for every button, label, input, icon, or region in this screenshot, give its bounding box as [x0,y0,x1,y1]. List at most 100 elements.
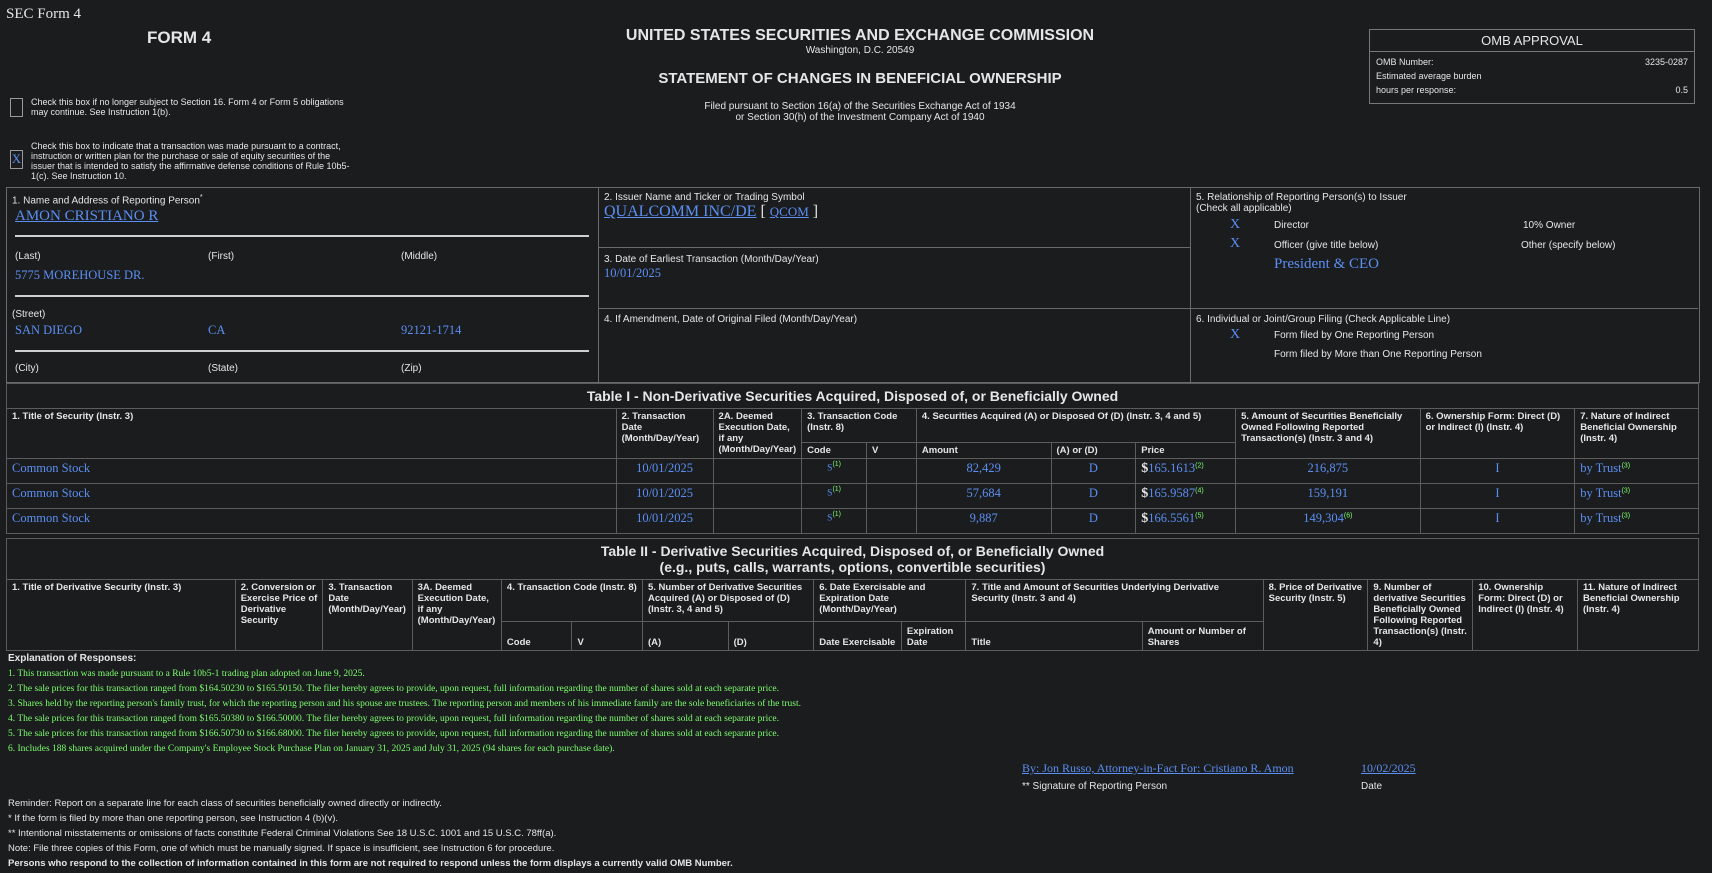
table1-h7: 7. Nature of Indirect Beneficial Ownersh… [1574,408,1699,459]
table2-h8: 8. Price of Derivative Security (Instr. … [1262,579,1369,651]
price: $165.1613(2) [1135,458,1237,484]
acquired-disposed: D [1050,508,1137,534]
table1-sub-ad: (A) or (D) [1050,442,1137,459]
amount: 9,887 [915,508,1052,534]
box1-label-row: 1. Name and Address of Reporting Person* [12,194,203,206]
ten-percent-owner-label: 10% Owner [1523,220,1576,231]
middle-label: (Middle) [401,251,438,262]
other-label: Other (specify below) [1521,240,1616,251]
table1-sub-price: Price [1135,442,1237,459]
table2-title-1: Table II - Derivative Securities Acquire… [600,543,1105,559]
date-label: Date [1361,781,1383,792]
zip-value: 92121-1714 [401,323,462,337]
omb-hours-row: hours per response: 0.5 [1376,83,1688,97]
footer-notes: Reminder: Report on a separate line for … [8,796,733,871]
amount-owned: 159,191 [1235,483,1421,509]
state-value: CA [208,323,226,337]
table2-h2: 2. Conversion or Exercise Price of Deriv… [234,579,324,651]
filed-line-1: Filed pursuant to Section 16(a) of the S… [704,101,1016,112]
box5-label: 5. Relationship of Reporting Person(s) t… [1196,192,1407,214]
table2-h10: 10. Ownership Form: Direct (D) or Indire… [1472,579,1578,651]
sec-form-label: SEC Form 4 [6,6,82,22]
omb-burden-label: Estimated average burden [1376,71,1482,81]
explanation-item: 1. This transaction was made pursuant to… [8,669,365,679]
box5-label-1: 5. Relationship of Reporting Person(s) t… [1196,192,1407,203]
signature-link[interactable]: By: Jon Russo, Attorney-in-Fact For: Cri… [1022,761,1294,776]
price: $165.9587(4) [1135,483,1237,509]
nature-value: by Trust [1580,511,1622,525]
amount-owned: 149,304(6) [1235,508,1421,534]
section16-checkbox[interactable] [10,98,23,117]
table2-sub-v: V [571,621,643,651]
omb-number-row: OMB Number: 3235-0287 [1376,55,1688,69]
omb-number-label: OMB Number: [1376,57,1434,67]
table2-sub-date-exercisable: Date Exercisable [813,621,902,651]
omb-hours-label: hours per response: [1376,85,1457,95]
nature-value: by Trust [1580,461,1622,475]
price-footnote: (2) [1195,462,1204,470]
box3-label: 3. Date of Earliest Transaction (Month/D… [604,254,819,265]
transaction-date: 10/01/2025 [615,458,714,484]
explanation-section: Explanation of Responses: 1. This transa… [8,653,801,757]
issuer-name-link[interactable]: QUALCOMM INC/DE [604,203,756,220]
table2-sub-code: Code [500,621,573,651]
explanation-item: 6. Includes 188 shares acquired under th… [8,744,615,754]
table1-sub-code: Code [801,442,868,459]
transaction-code: S(1) [801,508,868,534]
form-number: FORM 4 [147,28,212,47]
director-check-mark: X [1230,217,1241,232]
table2-h11: 11. Nature of Indirect Beneficial Owners… [1576,579,1700,651]
amount: 57,684 [915,483,1052,509]
table-2: Table II - Derivative Securities Acquire… [6,538,1700,651]
rule10b5-check-mark: X [11,151,22,166]
last-label: (Last) [15,251,41,262]
statement-title: STATEMENT OF CHANGES IN BENEFICIAL OWNER… [658,70,1062,87]
nature-of-ownership: by Trust(3) [1574,508,1699,534]
table1-h2a: 2A. Deemed Execution Date, if any (Month… [712,408,803,459]
reporting-person-name[interactable]: AMON CRISTIANO R [15,208,158,225]
table2-h1: 1. Title of Derivative Security (Instr. … [6,579,236,651]
signature-date[interactable]: 10/02/2025 [1361,761,1416,776]
footer-line-1: Reminder: Report on a separate line for … [8,798,442,809]
amount: 82,429 [915,458,1052,484]
ownership-form: I [1419,483,1576,509]
explanation-item: 2. The sale prices for this transaction … [8,684,780,694]
transaction-date: 10/01/2025 [615,508,714,534]
table-1: Table I - Non-Derivative Securities Acqu… [6,383,1699,534]
table2-h9: 9. Number of derivative Securities Benef… [1367,579,1474,651]
first-label: (First) [208,251,235,262]
box2-label: 2. Issuer Name and Ticker or Trading Sym… [604,192,805,203]
table2-h5: 5. Number of Derivative Securities Acqui… [641,578,815,623]
section16-text: Check this box if no longer subject to S… [31,97,344,117]
rule10b5-check-row: X Check this box to indicate that a tran… [10,141,355,181]
box4-label: 4. If Amendment, Date of Original Filed … [604,314,858,325]
officer-title: President & CEO [1274,256,1379,272]
table2-sub-amount: Amount or Number of Shares [1141,621,1264,651]
ticker-link[interactable]: QCOM [770,204,809,219]
table1-h2: 2. Transaction Date (Month/Day/Year) [615,408,714,459]
rule10b5-checkbox[interactable]: X [10,150,23,169]
issuer-row: QUALCOMM INC/DE [ QCOM ] [604,203,818,221]
table2-sub-d: (D) [727,621,815,651]
price: $166.5561(5) [1135,508,1237,534]
state-label: (State) [208,363,239,374]
nature-footnote: (3) [1621,487,1631,495]
nature-footnote: (3) [1621,462,1631,470]
city-label: (City) [15,363,39,374]
nature-value: by Trust [1580,486,1622,500]
box1-label: 1. Name and Address of Reporting Person [12,195,200,207]
table1-sub-amount: Amount [915,442,1052,459]
city-value: SAN DIEGO [15,323,83,337]
director-label: Director [1274,220,1310,231]
table1-h5: 5. Amount of Securities Beneficially Own… [1235,408,1421,459]
deemed-date [712,508,803,534]
price-value: 166.5561 [1148,511,1196,525]
street-value: 5775 MOREHOUSE DR. [15,268,145,282]
ownership-form: I [1419,508,1576,534]
section16-check-row: Check this box if no longer subject to S… [10,97,350,117]
security-title: Common Stock [6,483,617,509]
box5-label-2: (Check all applicable) [1196,203,1292,214]
v-cell [866,483,917,509]
transaction-code: S(1) [801,483,868,509]
acquired-disposed: D [1050,483,1137,509]
